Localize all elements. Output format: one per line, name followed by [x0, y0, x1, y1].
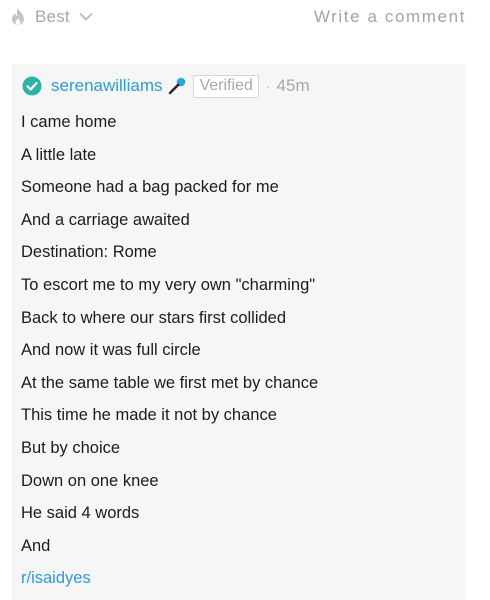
comment-line: This time he made it not by chance	[21, 406, 277, 425]
comment-line: And	[21, 536, 51, 555]
subreddit-link[interactable]: r/isaidyes	[21, 562, 318, 595]
sort-dropdown[interactable]: Best	[10, 4, 93, 30]
comment-line: Someone had a bag packed for me	[21, 178, 279, 197]
comment-line: He said 4 words	[21, 504, 140, 523]
comment-line: Back to where our stars first collided	[21, 308, 287, 327]
comment-line: To escort me to my very own "charming"	[21, 275, 316, 294]
comment-body: I came home A little late Someone had a …	[21, 106, 318, 595]
sort-label: Best	[35, 7, 70, 26]
comment-author[interactable]: serenawilliams	[51, 76, 162, 96]
comment-header: serenawilliams Verified · 45m	[22, 74, 310, 98]
comment: serenawilliams Verified · 45m I came hom…	[12, 64, 466, 600]
verified-flair-badge: Verified	[193, 74, 259, 98]
comment-timestamp: 45m	[276, 76, 310, 95]
chevron-down-icon	[79, 13, 93, 21]
comment-toolbar: Best Write a comment	[0, 0, 490, 36]
write-comment-button[interactable]: Write a comment	[314, 7, 466, 27]
comment-line: Down on one knee	[21, 471, 159, 490]
comment-line: I came home	[21, 113, 117, 131]
comment-line: Destination: Rome	[21, 243, 157, 262]
comment-line: And now it was full circle	[21, 341, 201, 360]
verified-check-icon	[22, 76, 42, 96]
separator-dot: ·	[265, 78, 271, 94]
comment-line: A little late	[21, 145, 97, 164]
microphone-icon	[169, 77, 186, 95]
flame-icon	[12, 8, 24, 25]
comment-line: But by choice	[21, 438, 121, 457]
comment-line: And a carriage awaited	[21, 210, 190, 229]
comment-line: At the same table we first met by chance	[21, 373, 319, 392]
